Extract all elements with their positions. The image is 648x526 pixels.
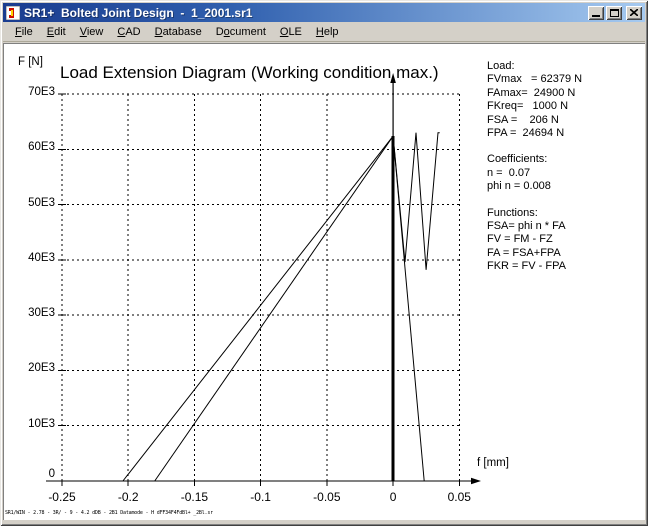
menu-item-ole[interactable]: OLE: [273, 24, 309, 40]
window-controls: [588, 6, 642, 20]
maximize-button[interactable]: [606, 6, 622, 20]
menu-item-database[interactable]: Database: [148, 24, 209, 40]
x-axis-label: f [mm]: [477, 457, 509, 469]
client-area: F [N] Load Extension Diagram (Working co…: [3, 43, 645, 520]
y-tick-label: 10E3: [15, 418, 55, 430]
menu-item-view[interactable]: View: [73, 24, 111, 40]
panel-heading: Functions:: [487, 207, 582, 220]
maximize-icon: [610, 9, 619, 17]
panel-heading: Coefficients:: [487, 153, 582, 166]
app-window: SR1+ Bolted Joint Design - 1_2001.sr1 Fi…: [0, 0, 648, 526]
minimize-icon: [592, 15, 600, 17]
y-tick-label: 50E3: [15, 197, 55, 209]
menu-item-file[interactable]: File: [8, 24, 40, 40]
y-tick-label: 40E3: [15, 252, 55, 264]
panel-section: Load:FVmax = 62379 NFAmax= 24900 NFKreq=…: [487, 60, 582, 140]
side-panel: Load:FVmax = 62379 NFAmax= 24900 NFKreq=…: [487, 60, 582, 287]
y-axis-label: F [N]: [18, 56, 43, 68]
panel-line: FA = FSA+FPA: [487, 247, 582, 260]
menubar: FileEditViewCADDatabaseDocumentOLEHelp: [3, 22, 645, 42]
panel-section: Functions:FSA= phi n * FAFV = FM - FZFA …: [487, 207, 582, 274]
x-tick-label: 0: [368, 490, 418, 504]
clamped-parts-line-line: [393, 136, 424, 481]
menu-item-edit[interactable]: Edit: [40, 24, 73, 40]
x-tick-label: 0.05: [434, 490, 484, 504]
x-tick-label: -0.05: [302, 490, 352, 504]
minimize-button[interactable]: [588, 6, 604, 20]
x-axis-arrow: [471, 478, 481, 484]
panel-line: FPA = 24694 N: [487, 127, 582, 140]
panel-line: FAmax= 24900 N: [487, 87, 582, 100]
status-text: SR1/WIN - 2.78 - 3R/ - 9 - 4.2 dDB - 2B1…: [5, 510, 213, 516]
panel-line: FSA= phi n * FA: [487, 220, 582, 233]
x-tick-label: -0.2: [103, 490, 153, 504]
x-tick-label: -0.25: [37, 490, 87, 504]
chart-title: Load Extension Diagram (Working conditio…: [60, 63, 439, 83]
y-tick-label: 70E3: [15, 86, 55, 98]
panel-line: FVmax = 62379 N: [487, 73, 582, 86]
close-button[interactable]: [626, 6, 642, 20]
panel-line: FSA = 206 N: [487, 114, 582, 127]
bolt-elastic-line-upper-line: [123, 136, 393, 481]
panel-line: FV = FM - FZ: [487, 233, 582, 246]
titlebar[interactable]: SR1+ Bolted Joint Design - 1_2001.sr1: [3, 3, 645, 22]
x-tick-label: -0.1: [236, 490, 286, 504]
y-tick-label: 60E3: [15, 141, 55, 153]
x-tick-label: -0.15: [169, 490, 219, 504]
y-tick-label: 20E3: [15, 362, 55, 374]
menu-item-document[interactable]: Document: [209, 24, 273, 40]
panel-line: FKreq= 1000 N: [487, 100, 582, 113]
panel-line: n = 0.07: [487, 167, 582, 180]
working-load-cycle-line: [393, 133, 440, 270]
window-title: SR1+ Bolted Joint Design - 1_2001.sr1: [24, 6, 588, 20]
menu-item-help[interactable]: Help: [309, 24, 346, 40]
y-tick-label: 30E3: [15, 307, 55, 319]
y-tick-label: 0: [15, 468, 55, 480]
panel-line: phi n = 0.008: [487, 180, 582, 193]
panel-line: FKR = FV - FPA: [487, 260, 582, 273]
close-icon: [630, 9, 638, 16]
bolt-elastic-line-lower-line: [155, 136, 393, 481]
menu-item-cad[interactable]: CAD: [110, 24, 147, 40]
app-icon: [6, 6, 20, 20]
panel-heading: Load:: [487, 60, 582, 73]
panel-section: Coefficients:n = 0.07phi n = 0.008: [487, 153, 582, 193]
